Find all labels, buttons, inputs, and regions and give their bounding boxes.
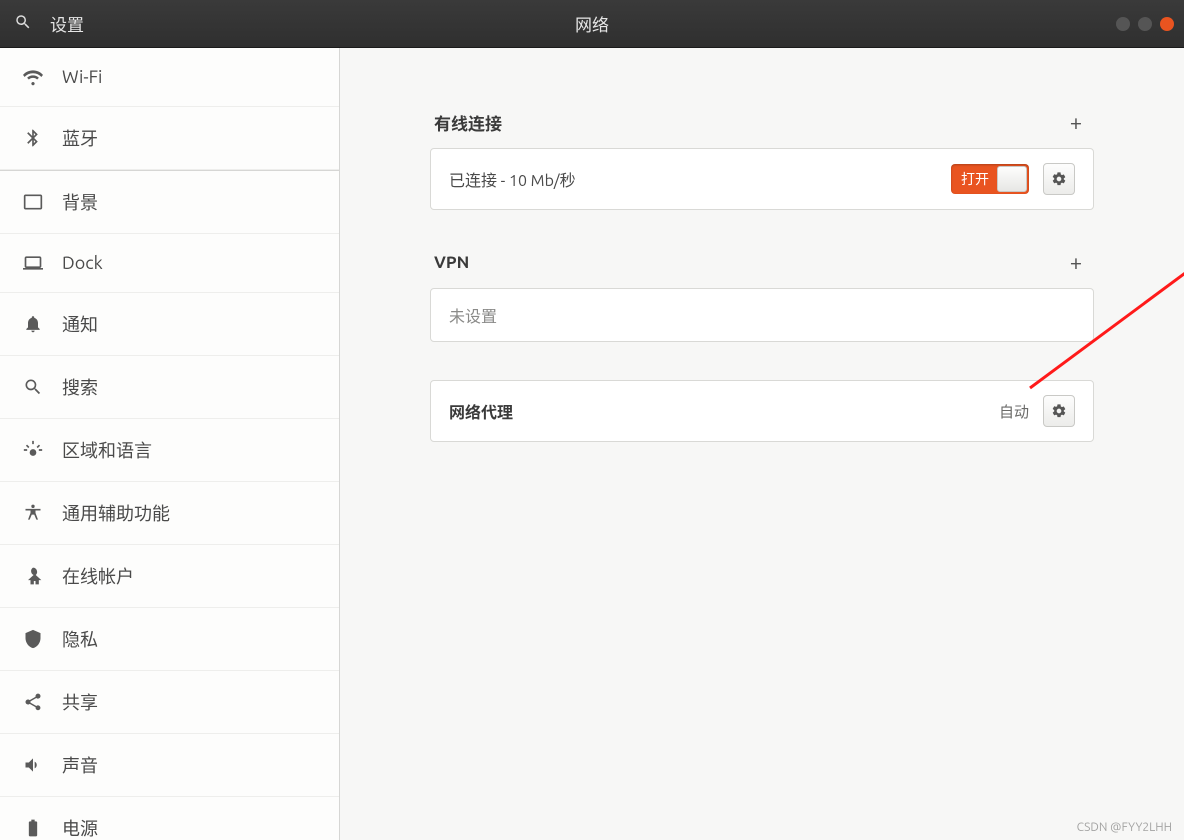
add-vpn-button[interactable]: + <box>1062 248 1090 276</box>
sidebar-item-label: Wi-Fi <box>62 67 102 87</box>
sidebar-item-label: 区域和语言 <box>62 437 152 463</box>
wired-settings-button[interactable] <box>1043 163 1075 195</box>
sidebar-item-search[interactable]: 搜索 <box>0 356 339 419</box>
proxy-section: 网络代理 自动 <box>430 380 1094 442</box>
window-controls <box>1116 17 1174 31</box>
wired-title: 有线连接 <box>434 110 502 135</box>
sidebar-item-label: 通用辅助功能 <box>62 500 170 526</box>
wired-section: 有线连接 + 已连接 - 10 Mb/秒 打开 <box>430 108 1094 210</box>
share-icon <box>22 691 44 713</box>
sidebar-item-label: 背景 <box>62 189 98 215</box>
window-title: 网络 <box>575 11 609 36</box>
content-pane: 有线连接 + 已连接 - 10 Mb/秒 打开 VPN + 未设置 <box>340 48 1184 840</box>
sidebar: Wi-Fi 蓝牙 背景 Dock 通知 搜索 区域和语言 通用辅 <box>0 48 340 840</box>
sidebar-item-sound[interactable]: 声音 <box>0 734 339 797</box>
sidebar-item-region[interactable]: 区域和语言 <box>0 419 339 482</box>
online-accounts-icon <box>22 565 44 587</box>
titlebar: 设置 网络 <box>0 0 1184 48</box>
proxy-mode: 自动 <box>999 401 1029 422</box>
dock-icon <box>22 252 44 274</box>
sidebar-item-label: 蓝牙 <box>62 125 98 151</box>
power-icon <box>22 817 44 839</box>
vpn-placeholder: 未设置 <box>449 303 1075 327</box>
sidebar-item-label: 声音 <box>62 752 98 778</box>
sidebar-item-online-accounts[interactable]: 在线帐户 <box>0 545 339 608</box>
maximize-button[interactable] <box>1138 17 1152 31</box>
toggle-knob <box>997 166 1027 192</box>
sidebar-item-bluetooth[interactable]: 蓝牙 <box>0 107 339 170</box>
sound-icon <box>22 754 44 776</box>
proxy-title: 网络代理 <box>449 399 985 423</box>
proxy-row[interactable]: 网络代理 自动 <box>430 380 1094 442</box>
search-icon[interactable] <box>14 13 32 35</box>
search-icon <box>22 376 44 398</box>
watermark: CSDN @FYY2LHH <box>1077 821 1172 834</box>
background-icon <box>22 191 44 213</box>
minimize-button[interactable] <box>1116 17 1130 31</box>
add-wired-button[interactable]: + <box>1062 108 1090 136</box>
vpn-section: VPN + 未设置 <box>430 248 1094 342</box>
bell-icon <box>22 313 44 335</box>
wifi-icon <box>22 66 44 88</box>
vpn-placeholder-row: 未设置 <box>430 288 1094 342</box>
sidebar-item-dock[interactable]: Dock <box>0 234 339 293</box>
region-icon <box>22 439 44 461</box>
sidebar-item-background[interactable]: 背景 <box>0 170 339 234</box>
sidebar-item-label: 在线帐户 <box>62 563 134 589</box>
wired-status: 已连接 - 10 Mb/秒 <box>449 167 937 191</box>
sidebar-item-label: 通知 <box>62 311 98 337</box>
close-button[interactable] <box>1160 17 1174 31</box>
wired-toggle-label: 打开 <box>951 169 989 189</box>
sidebar-item-accessibility[interactable]: 通用辅助功能 <box>0 482 339 545</box>
sidebar-item-label: 搜索 <box>62 374 98 400</box>
wired-connection-row: 已连接 - 10 Mb/秒 打开 <box>430 148 1094 210</box>
wired-toggle[interactable]: 打开 <box>951 164 1029 194</box>
sidebar-item-sharing[interactable]: 共享 <box>0 671 339 734</box>
sidebar-item-label: 共享 <box>62 689 98 715</box>
privacy-icon <box>22 628 44 650</box>
sidebar-item-privacy[interactable]: 隐私 <box>0 608 339 671</box>
bluetooth-icon <box>22 127 44 149</box>
sidebar-item-label: 隐私 <box>62 626 98 652</box>
proxy-settings-button[interactable] <box>1043 395 1075 427</box>
sidebar-item-label: Dock <box>62 253 103 273</box>
sidebar-item-wifi[interactable]: Wi-Fi <box>0 48 339 107</box>
vpn-title: VPN <box>434 253 469 272</box>
sidebar-item-notifications[interactable]: 通知 <box>0 293 339 356</box>
accessibility-icon <box>22 502 44 524</box>
sidebar-item-label: 电源 <box>62 815 98 840</box>
sidebar-item-power[interactable]: 电源 <box>0 797 339 840</box>
app-label: 设置 <box>50 11 84 36</box>
